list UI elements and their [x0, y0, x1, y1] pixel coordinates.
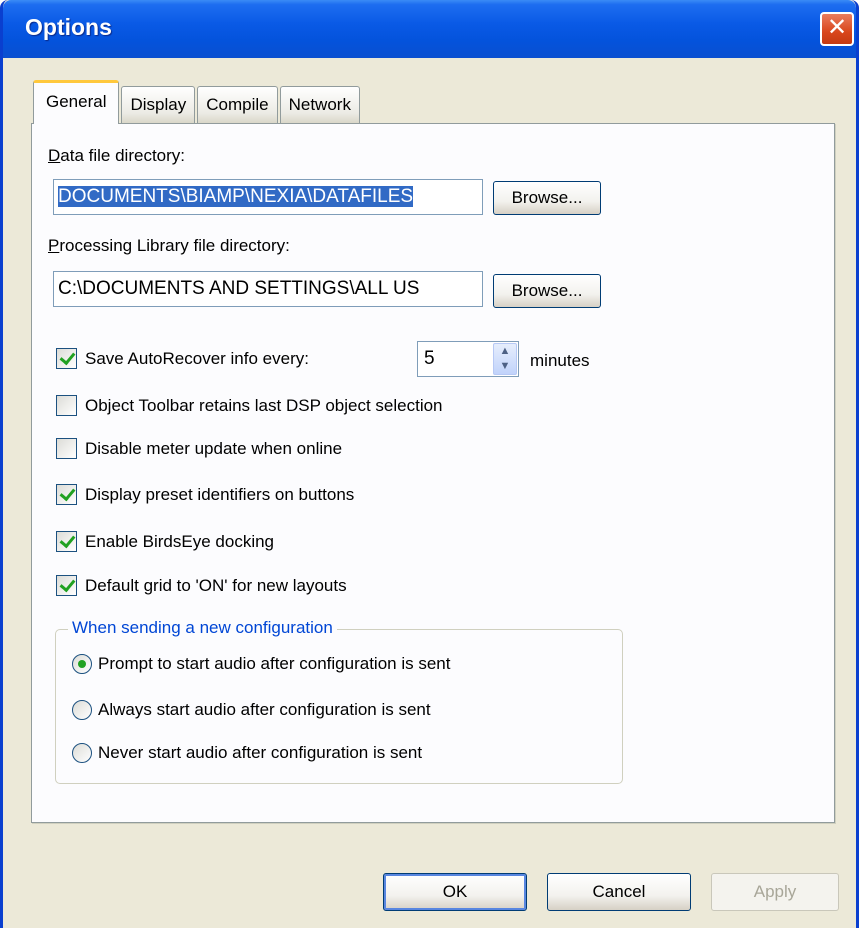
option-label: Default grid to 'ON' for new layouts [85, 575, 347, 595]
minutes-label: minutes [530, 351, 590, 370]
close-icon: ✕ [826, 14, 848, 41]
option-label: Display preset identifiers on buttons [85, 484, 355, 504]
options-dialog: Options ✕ General Display Compile Networ… [0, 0, 859, 928]
option-label: Object Toolbar retains last DSP object s… [85, 395, 443, 415]
send-config-group-title: When sending a new configuration [68, 618, 337, 638]
option-label: Disable meter update when online [85, 438, 343, 458]
lib-dir-label: Processing Library file directory: [48, 236, 290, 255]
tab-display[interactable]: Display [121, 86, 196, 124]
radio-label: Never start audio after configuration is… [98, 743, 423, 762]
lib-dir-browse-button[interactable]: Browse... [493, 274, 601, 308]
title-bar[interactable]: Options ✕ [3, 0, 856, 58]
tab-compile[interactable]: Compile [197, 86, 278, 124]
autorecover-label: Save AutoRecover info every: [85, 348, 309, 368]
radio-label: Prompt to start audio after configuratio… [98, 654, 451, 673]
cancel-button[interactable]: Cancel [547, 873, 691, 911]
autorecover-minutes-spinner[interactable]: 5 ▲ ▼ [417, 341, 519, 377]
radio-label: Always start audio after configuration i… [98, 700, 431, 719]
autorecover-minutes-value: 5 [424, 348, 435, 369]
option-label: Enable BirdsEye docking [85, 531, 275, 551]
radio-row: Prompt to start audio after configuratio… [72, 654, 450, 674]
object-toolbar-checkbox[interactable] [56, 395, 77, 416]
autorecover-checkbox[interactable] [56, 348, 77, 369]
never-start-radio[interactable] [72, 743, 92, 763]
spin-up-icon[interactable]: ▲ [494, 344, 516, 359]
lib-dir-input[interactable]: C:\DOCUMENTS AND SETTINGS\ALL US [53, 271, 483, 307]
option-row: Default grid to 'ON' for new layouts [56, 575, 347, 596]
tab-strip: General Display Compile Network [33, 80, 362, 124]
always-start-radio[interactable] [72, 700, 92, 720]
autorecover-row: Save AutoRecover info every: [56, 348, 309, 369]
radio-row: Never start audio after configuration is… [72, 743, 422, 763]
option-row: Object Toolbar retains last DSP object s… [56, 395, 443, 416]
tab-network[interactable]: Network [279, 86, 360, 124]
spin-down-icon[interactable]: ▼ [494, 359, 516, 374]
tab-general[interactable]: General [33, 80, 120, 124]
option-row: Enable BirdsEye docking [56, 531, 274, 552]
data-dir-browse-button[interactable]: Browse... [493, 181, 601, 215]
default-grid-checkbox[interactable] [56, 575, 77, 596]
birdseye-docking-checkbox[interactable] [56, 531, 77, 552]
close-button[interactable]: ✕ [820, 12, 854, 46]
window-title: Options [25, 14, 112, 40]
data-dir-input[interactable]: DOCUMENTS\BIAMP\NEXIA\DATAFILES [53, 179, 483, 215]
option-row: Disable meter update when online [56, 438, 342, 459]
radio-row: Always start audio after configuration i… [72, 700, 431, 720]
ok-button[interactable]: OK [383, 873, 527, 911]
option-row: Display preset identifiers on buttons [56, 484, 354, 505]
spinner-buttons[interactable]: ▲ ▼ [493, 343, 517, 375]
send-config-groupbox: When sending a new configuration Prompt … [55, 618, 623, 784]
data-dir-label: Data file directory: [48, 146, 186, 165]
disable-meter-checkbox[interactable] [56, 438, 77, 459]
prompt-start-radio[interactable] [72, 654, 92, 674]
apply-button[interactable]: Apply [711, 873, 839, 911]
preset-identifiers-checkbox[interactable] [56, 484, 77, 505]
general-tab-panel: Data file directory: DOCUMENTS\BIAMP\NEX… [31, 123, 835, 823]
